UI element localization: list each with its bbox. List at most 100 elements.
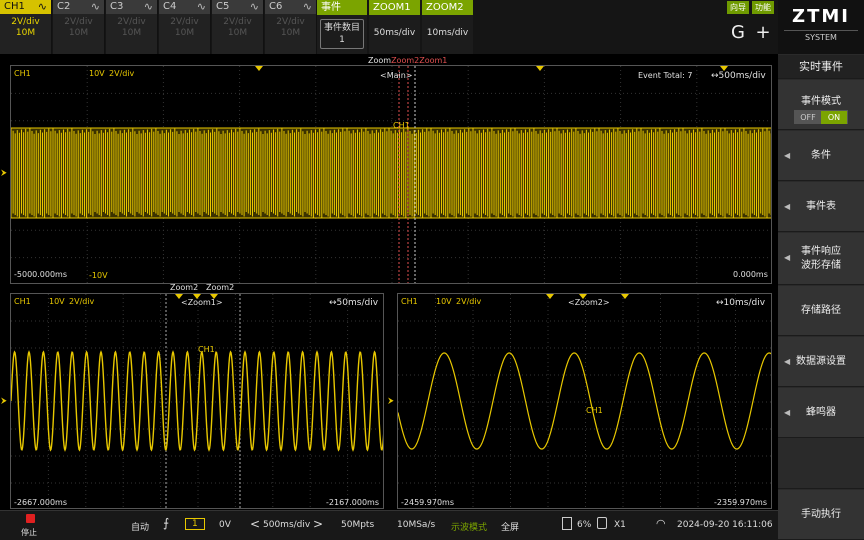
timebase-increase-icon[interactable]: > <box>313 517 323 531</box>
waveform-label: CH1 <box>393 121 410 130</box>
right-time-label: -2359.970ms <box>714 498 768 507</box>
channel-scale: 2V/div <box>223 17 252 27</box>
guide-button[interactable]: 向导 <box>727 1 749 14</box>
top-toolbar: CH1 ∿ 2V/div 10M C2 ∿ 2V/div 10M C3 ∿ 2V/div 1… <box>0 0 778 54</box>
display-mode[interactable]: 示波模式 <box>451 520 487 533</box>
menu-item-label: 事件响应 <box>801 246 841 257</box>
timebase-label: ↔500ms/div <box>711 71 766 81</box>
waveform-icon: ∿ <box>196 0 206 13</box>
channel-4-button[interactable]: C4 ∿ 2V/div 10M <box>159 0 211 54</box>
event-mode-option[interactable]: 事件模式 OFF ON <box>778 80 864 130</box>
logo: ZTMI SYSTEM <box>778 0 864 54</box>
channel-1-button[interactable]: CH1 ∿ 2V/div 10M <box>0 0 52 54</box>
timebase-label: ↔50ms/div <box>329 298 379 308</box>
source-settings-menu-item[interactable]: ◀ 数据源设置 <box>778 337 864 387</box>
bottom-status-bar: 停止 自动 ⨍ 1 0V < 500ms/div > 50Mpts 10MSa/… <box>0 510 778 540</box>
probe-icon <box>597 517 607 529</box>
menu-item-label: 数据源设置 <box>796 356 846 367</box>
zoom2-menu-button[interactable]: ZOOM2 10ms/div <box>422 0 473 54</box>
channel-6-button[interactable]: C6 ∿ 2V/div 10M <box>265 0 317 54</box>
channel-scale: 2V/div <box>11 17 40 27</box>
event-count-label: 事件数目 <box>323 23 360 33</box>
sample-rate: 10MSa/s <box>397 520 436 530</box>
zoom1-menu-button[interactable]: ZOOM1 50ms/div <box>369 0 420 54</box>
timebase-label: ↔10ms/div <box>716 298 766 308</box>
event-count-value: 1 <box>339 35 345 45</box>
rising-edge-icon[interactable]: ⨍ <box>163 516 169 530</box>
wifi-icon: ◠ <box>656 517 666 530</box>
channel-3-button[interactable]: C3 ∿ 2V/div 10M <box>106 0 158 54</box>
right-time-label: 0.000ms <box>733 270 768 279</box>
timebase-decrease-icon[interactable]: < <box>250 517 260 531</box>
channel-depth: 10M <box>15 28 36 38</box>
zoom2-marker-label: Zoom2 <box>170 283 199 292</box>
event-marker-icon <box>255 66 263 71</box>
channel-name: C6 <box>269 1 283 12</box>
channel-offset-marker-icon[interactable]: ⮞ <box>1 168 7 178</box>
event-table-menu-item[interactable]: ◀ 事件表 <box>778 182 864 232</box>
manual-execute-menu-item[interactable]: 手动执行 <box>778 490 864 540</box>
storage-path-menu-item[interactable]: 存储路径 <box>778 286 864 336</box>
channel-label: CH1 <box>14 297 31 306</box>
memory-depth[interactable]: 50Mpts <box>341 520 374 530</box>
channel-depth: 10M <box>174 28 195 38</box>
brand-name: ZTMI <box>792 6 850 27</box>
channel-offset-marker-icon[interactable]: ⮞ <box>388 396 394 406</box>
zoom2-marker-label: Zoom2 <box>206 283 235 292</box>
waveform-icon: ∿ <box>90 0 100 13</box>
function-button[interactable]: 功能 <box>752 1 774 14</box>
zoom1-waveform-window[interactable]: CH1 10V 2V/div <Zoom1> ↔50ms/div CH1 -26… <box>10 293 384 509</box>
zoom1-timebase: 50ms/div <box>373 28 416 38</box>
channel-name: C3 <box>110 1 124 12</box>
bottom-volt-label: -10V <box>89 271 108 280</box>
stop-icon[interactable] <box>26 514 35 523</box>
trigger-mode[interactable]: 自动 <box>131 520 149 533</box>
plus-icon[interactable]: + <box>752 20 774 46</box>
trigger-level[interactable]: 0V <box>219 520 231 530</box>
left-arrow-icon: ◀ <box>784 253 791 262</box>
left-time-label: -5000.000ms <box>14 270 68 279</box>
zoom2-waveform-window[interactable]: CH1 10V 2V/div <Zoom2> ↔10ms/div CH1 -24… <box>397 293 772 509</box>
datetime: 2024-09-20 16:11:06 <box>677 520 773 530</box>
g-icon[interactable]: G <box>727 20 749 46</box>
toggle-on[interactable]: ON <box>821 111 847 124</box>
menu-item-label: 事件表 <box>806 201 836 212</box>
channel-depth: 10M <box>121 28 142 38</box>
condition-menu-item[interactable]: ◀ 条件 <box>778 131 864 181</box>
toggle-off[interactable]: OFF <box>795 111 821 124</box>
menu-item-label: 波形存储 <box>801 260 841 271</box>
window-title: <Zoom2> <box>568 298 610 307</box>
stop-label[interactable]: 停止 <box>21 527 37 538</box>
channel-label: CH1 <box>401 297 418 306</box>
main-waveform-window[interactable]: CH1 10V 2V/div <Main> Event Total: 7 ↔50… <box>10 65 772 284</box>
waveform-label: CH1 <box>198 345 215 354</box>
zoom2-tab-label: ZOOM2 <box>422 0 473 15</box>
channel-name: CH1 <box>4 1 25 12</box>
channel-2-button[interactable]: C2 ∿ 2V/div 10M <box>53 0 105 54</box>
zoom1-tab-label: ZOOM1 <box>369 0 420 15</box>
left-arrow-icon: ◀ <box>784 357 791 366</box>
trigger-source[interactable]: 1 <box>185 518 205 530</box>
event-mode-toggle[interactable]: OFF ON <box>794 110 848 124</box>
channel-5-button[interactable]: C5 ∿ 2V/div 10M <box>212 0 264 54</box>
brand-subtitle: SYSTEM <box>784 30 858 42</box>
waveform-icon: ∿ <box>143 0 153 13</box>
fullscreen-button[interactable]: 全屏 <box>501 520 519 533</box>
menu-item-label: 蜂鸣器 <box>806 407 836 418</box>
scale-label: 2V/div <box>109 69 135 78</box>
channel-offset-marker-icon[interactable]: ⮞ <box>1 396 7 406</box>
volts-label: 10V <box>436 297 452 306</box>
left-arrow-icon: ◀ <box>784 202 791 211</box>
window-title: <Main> <box>380 71 413 80</box>
window-title: <Zoom1> <box>181 298 223 307</box>
buzzer-menu-item[interactable]: ◀ 蜂鸣器 <box>778 388 864 438</box>
channel-name: C4 <box>163 1 177 12</box>
scale-label: 2V/div <box>456 297 482 306</box>
timebase-value[interactable]: 500ms/div <box>263 520 310 530</box>
waveform-icon: ∿ <box>37 0 47 13</box>
event-response-menu-item[interactable]: ◀ 事件响应 波形存储 <box>778 233 864 285</box>
event-menu-button[interactable]: 事件 事件数目 1 <box>317 0 367 54</box>
channel-depth: 10M <box>227 28 248 38</box>
left-time-label: -2667.000ms <box>14 498 68 507</box>
left-arrow-icon: ◀ <box>784 151 791 160</box>
